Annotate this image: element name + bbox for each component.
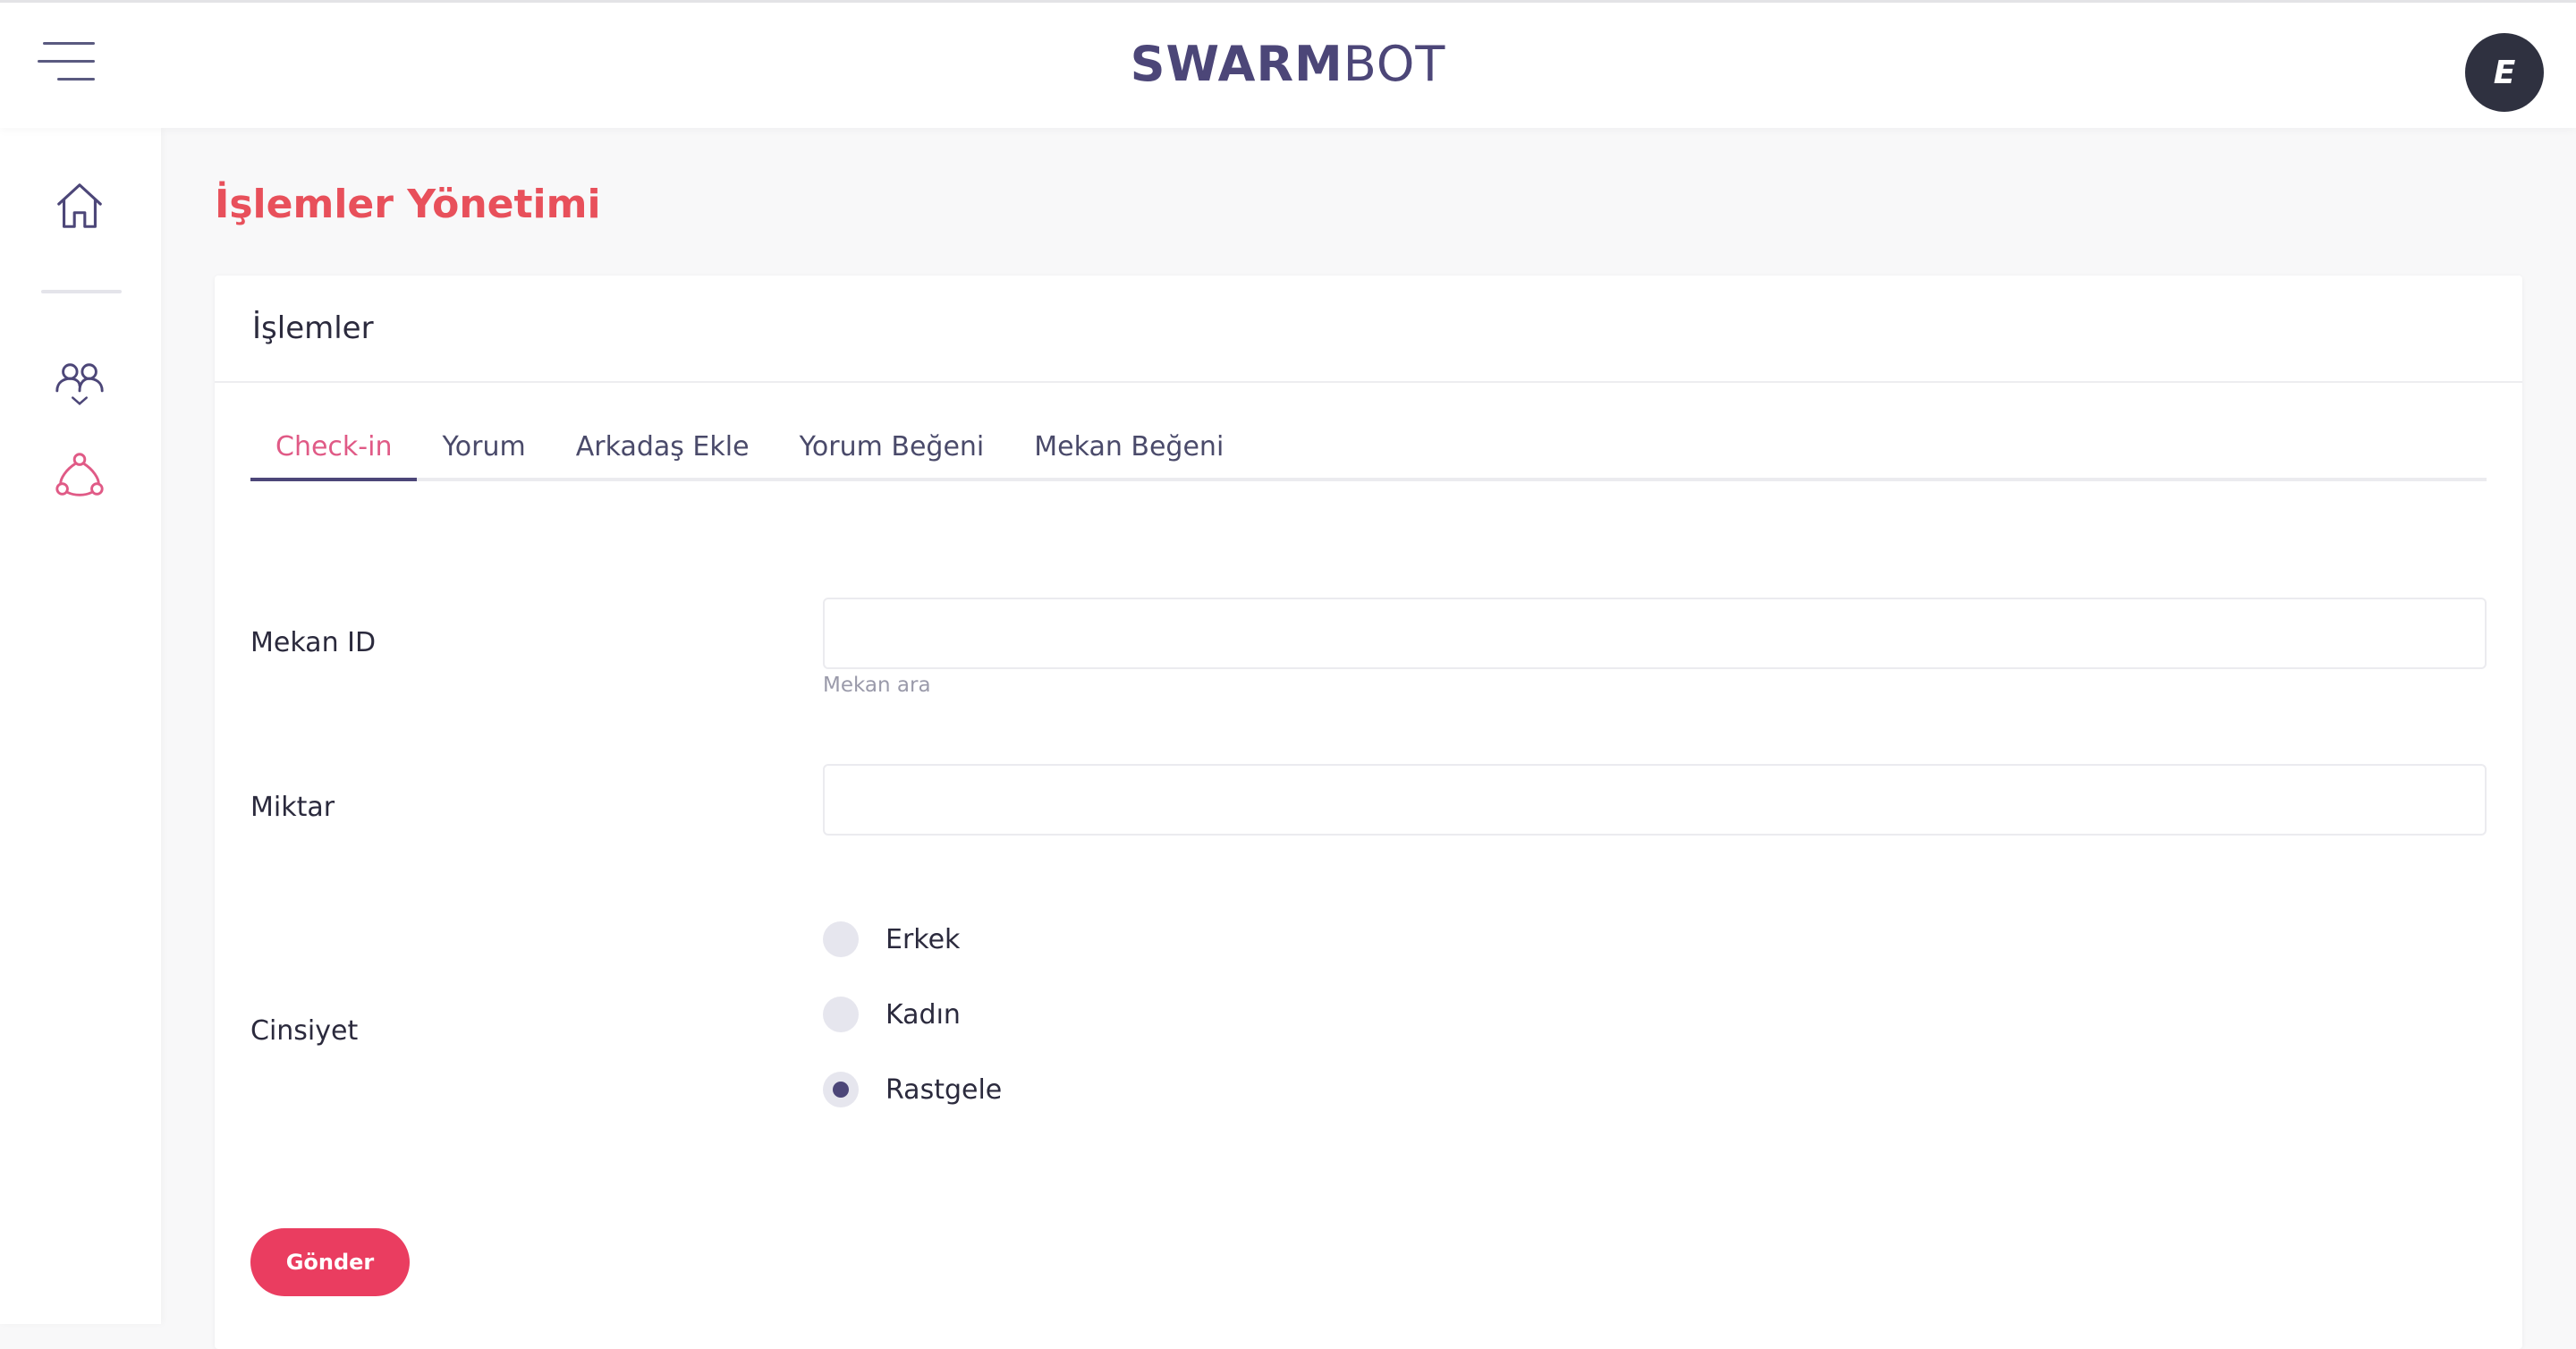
network-icon[interactable] bbox=[52, 450, 107, 500]
radio-label-rastgele: Rastgele bbox=[886, 1073, 1003, 1106]
tab-mekan-begeni[interactable]: Mekan Beğeni bbox=[1009, 419, 1249, 478]
cinsiyet-label: Cinsiyet bbox=[250, 1015, 359, 1047]
mekan-id-input[interactable] bbox=[823, 598, 2487, 669]
mekan-id-label: Mekan ID bbox=[250, 627, 377, 658]
brand-logo[interactable]: SWARMBOT bbox=[0, 35, 2576, 94]
users-icon[interactable] bbox=[52, 361, 107, 411]
radio-label-kadin: Kadın bbox=[886, 998, 961, 1031]
page-title: İşlemler Yönetimi bbox=[215, 182, 601, 227]
radio-option-rastgele[interactable]: Rastgele bbox=[823, 1072, 1002, 1107]
radio-option-erkek[interactable]: Erkek bbox=[823, 921, 960, 957]
radio-label-erkek: Erkek bbox=[886, 923, 961, 955]
tab-yorum[interactable]: Yorum bbox=[417, 419, 550, 478]
miktar-input[interactable] bbox=[823, 764, 2487, 836]
sidebar bbox=[0, 128, 161, 1324]
tab-bar: Check-in Yorum Arkadaş Ekle Yorum Beğeni… bbox=[250, 419, 2487, 481]
radio-button[interactable] bbox=[823, 921, 859, 957]
radio-button[interactable] bbox=[823, 997, 859, 1032]
top-bar: SWARMBOT E bbox=[0, 0, 2576, 128]
radio-option-kadin[interactable]: Kadın bbox=[823, 997, 961, 1032]
mekan-id-hint: Mekan ara bbox=[823, 674, 931, 697]
brand-light-text: BOT bbox=[1343, 36, 1446, 92]
tab-arkadas-ekle[interactable]: Arkadaş Ekle bbox=[551, 419, 775, 478]
tab-check-in[interactable]: Check-in bbox=[250, 419, 418, 481]
submit-button[interactable]: Gönder bbox=[250, 1228, 410, 1296]
home-icon[interactable] bbox=[52, 178, 107, 233]
main-content: İşlemler Yönetimi İşlemler Check-in Yoru… bbox=[161, 128, 2576, 1349]
user-avatar[interactable]: E bbox=[2465, 33, 2544, 112]
operations-card: İşlemler Check-in Yorum Arkadaş Ekle Yor… bbox=[215, 276, 2522, 1349]
radio-button-selected[interactable] bbox=[823, 1072, 859, 1107]
card-header: İşlemler bbox=[215, 276, 2522, 383]
sidebar-divider bbox=[41, 290, 122, 293]
radio-selected-dot bbox=[833, 1082, 849, 1098]
brand-bold-text: SWARM bbox=[1130, 36, 1343, 92]
miktar-label: Miktar bbox=[250, 792, 335, 823]
tab-yorum-begeni[interactable]: Yorum Beğeni bbox=[775, 419, 1010, 478]
